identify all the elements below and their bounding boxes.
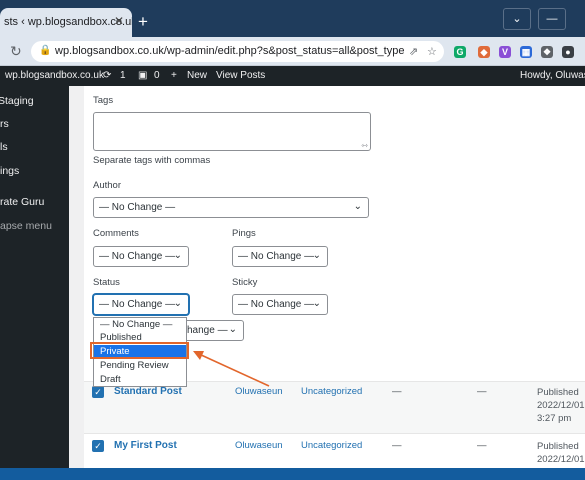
tags-textarea[interactable]: ⇿ [93,112,371,151]
post-author[interactable]: Oluwaseun [235,440,283,451]
view-posts-link[interactable]: View Posts [216,70,265,81]
chevron-down-icon: ⌄ [312,250,321,261]
status-option-pending-review[interactable]: Pending Review [94,359,186,372]
table-row[interactable]: ✓ Standard Post Oluwaseun Uncategorized … [84,381,585,433]
sticky-select-value: — No Change — [238,299,315,310]
new-tab-button[interactable]: + [138,13,148,30]
new-link[interactable]: New [187,70,207,81]
sidebar-item-users[interactable]: rs [0,118,9,130]
browser-tab[interactable]: sts ‹ wp.blogsandbox.co.uk — ✕ [0,8,132,37]
status-option-draft[interactable]: Draft [94,373,186,386]
post-comments: — [477,440,487,451]
wp-admin-bar: wp.blogsandbox.co.uk ⟳ 1 ▣ 0 + New View … [0,66,585,86]
chevron-down-icon: ⌄ [312,298,321,309]
grammarly-icon[interactable]: G [454,46,466,58]
sidebar-item-tools[interactable]: ls [0,141,8,153]
main-content: Tags ⇿ Separate tags with commas Author … [69,86,585,480]
sidebar-item-migrate-guru[interactable]: rate Guru [0,196,44,208]
reload-icon[interactable]: ↻ [10,43,22,60]
desktop-background [0,468,585,480]
updates-count[interactable]: 1 [120,70,126,81]
updates-icon[interactable]: ⟳ [103,70,111,81]
chevron-down-icon: ⌄ [353,201,362,212]
sidebar-item-staging[interactable]: Staging [0,95,34,107]
star-icon[interactable]: ☆ [427,45,437,58]
format-select-value: hange — [187,325,228,336]
chevron-down-icon[interactable]: ⌄ [503,8,531,30]
site-name-link[interactable]: wp.blogsandbox.co.uk [5,70,104,81]
profile-icon[interactable]: ● [562,46,574,58]
sidebar-item-settings[interactable]: ings [0,165,19,177]
post-comments: — [477,386,487,397]
comment-icon[interactable]: ▣ [138,70,147,81]
tags-label: Tags [93,95,114,106]
lock-icon[interactable]: 🔒 [39,45,51,56]
post-date-status: Published [537,441,579,452]
puzzle-icon[interactable]: ❖ [541,46,553,58]
shield-icon[interactable]: ◆ [478,46,490,58]
status-label: Status [93,277,120,288]
post-title-link[interactable]: Standard Post [114,386,182,397]
post-category[interactable]: Uncategorized [301,440,362,451]
resize-handle-icon[interactable]: ⇿ [361,141,368,150]
admin-sidebar: Staging rs ls ings rate Guru apse menu [0,86,69,480]
post-date-time: 3:27 pm [537,413,572,424]
pings-select[interactable]: — No Change — ⌄ [232,246,328,267]
sticky-label: Sticky [232,277,258,288]
post-category[interactable]: Uncategorized [301,386,362,397]
url-text: wp.blogsandbox.co.uk/wp-admin/edit.php?s… [55,45,405,57]
address-bar: ↻ 🔒 wp.blogsandbox.co.uk/wp-admin/edit.p… [0,37,585,66]
annotation-arrow-icon [193,351,270,387]
share-icon[interactable]: ⇗ [409,45,418,58]
status-select-value: — No Change — [99,299,176,310]
post-title-link[interactable]: My First Post [114,440,177,451]
collapse-menu[interactable]: apse menu [0,220,52,232]
browser-tab-strip: sts ‹ wp.blogsandbox.co.uk — ✕ + ⌄ — [0,0,585,37]
pings-select-value: — No Change — [238,251,315,262]
grid-extension-icon[interactable]: ▦ [520,46,532,58]
v-extension-icon[interactable]: V [499,46,511,58]
tags-hint: Separate tags with commas [93,155,211,166]
plus-icon[interactable]: + [171,70,177,81]
row-checkbox[interactable]: ✓ [92,440,104,452]
sticky-select[interactable]: — No Change — ⌄ [232,294,328,315]
status-option-no-change[interactable]: — No Change — [94,318,186,331]
post-date-status: Published [537,387,579,398]
post-date-value: 2022/12/01 [537,454,585,465]
chevron-down-icon: ⌄ [228,324,237,335]
post-date: Published 2022/12/01 [537,440,585,466]
post-date-value: 2022/12/01 [537,400,585,411]
comments-label: Comments [93,228,139,239]
comments-select-value: — No Change — [99,251,176,262]
chevron-down-icon: ⌄ [173,250,182,261]
row-checkbox[interactable]: ✓ [92,386,104,398]
minimize-button[interactable]: — [538,8,566,30]
chevron-down-icon: ⌄ [173,298,182,309]
author-select-value: — No Change — [99,202,176,213]
author-label: Author [93,180,121,191]
comments-count[interactable]: 0 [154,70,160,81]
howdy-user[interactable]: Howdy, Oluwase [520,70,585,81]
status-select[interactable]: — No Change — ⌄ [93,294,189,315]
comments-select[interactable]: — No Change — ⌄ [93,246,189,267]
pings-label: Pings [232,228,256,239]
annotation-highlight-box [90,342,189,359]
author-select[interactable]: — No Change — ⌄ [93,197,369,218]
post-date: Published 2022/12/01 3:27 pm [537,386,585,425]
tab-title: sts ‹ wp.blogsandbox.co.uk — [4,16,132,28]
post-tags: — [392,386,402,397]
post-tags: — [392,440,402,451]
close-icon[interactable]: ✕ [114,14,124,28]
url-field[interactable]: 🔒 wp.blogsandbox.co.uk/wp-admin/edit.php… [31,41,444,62]
